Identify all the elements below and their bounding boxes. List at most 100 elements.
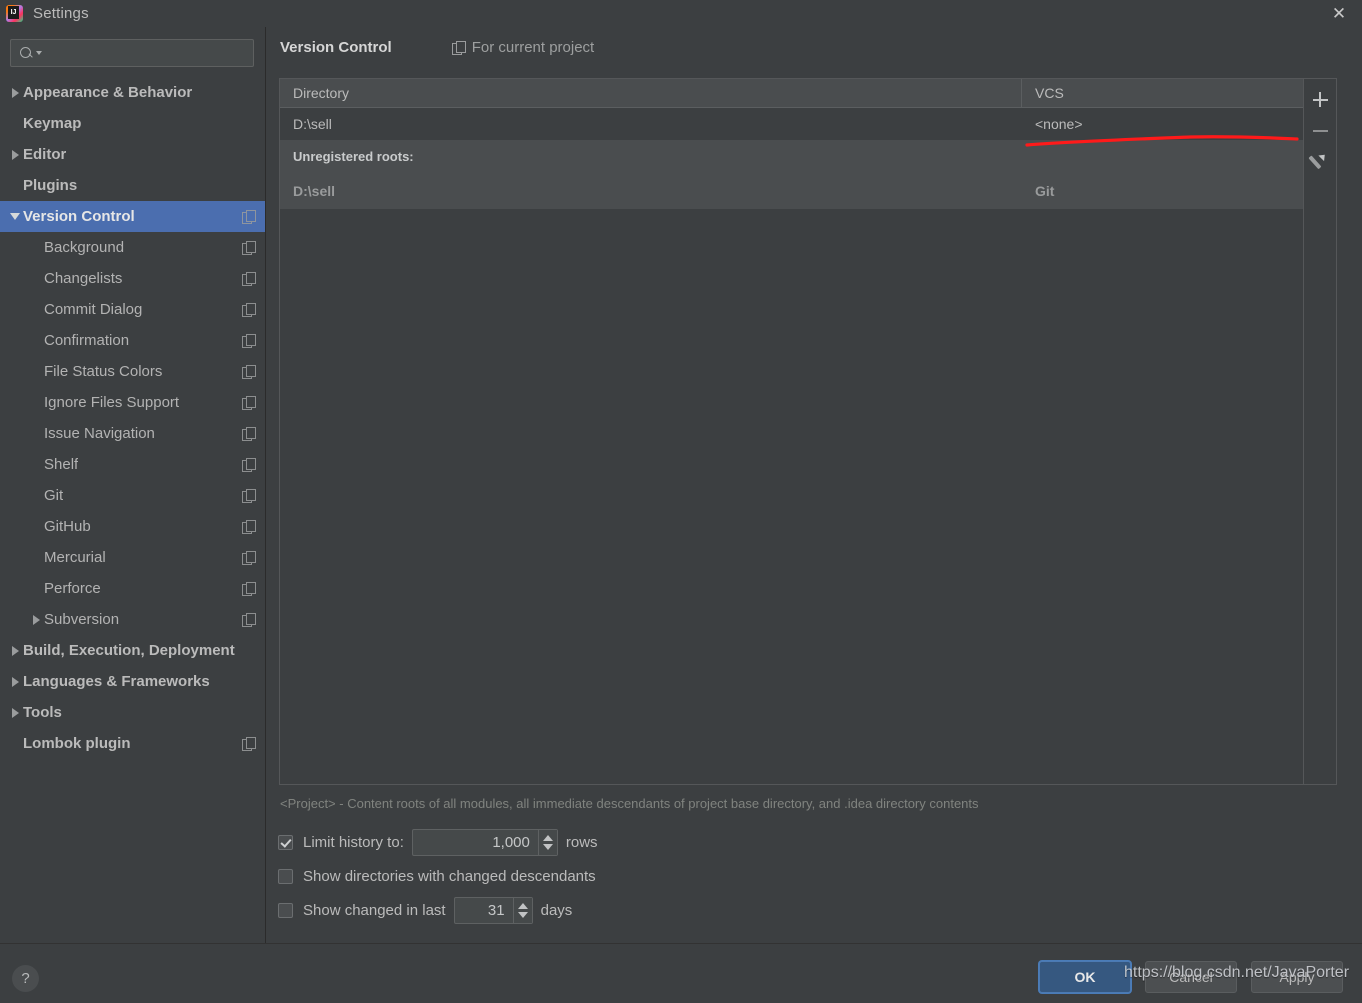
pencil-icon [1312, 154, 1328, 170]
sidebar-item-mercurial[interactable]: Mercurial [0, 542, 265, 573]
chevron-right-icon[interactable] [11, 707, 19, 718]
show-directories-checkbox[interactable] [278, 868, 293, 884]
settings-sidebar: Appearance & Behavior Keymap Editor Plugins… [0, 27, 266, 943]
settings-dialog: Settings ✕ Appearance & Behavior Keymap Ed… [0, 0, 1362, 1003]
expand-slot[interactable] [7, 213, 23, 220]
chevron-right-icon[interactable] [32, 614, 40, 625]
sidebar-item-label: Lombok plugin [23, 735, 131, 752]
sidebar-item-lombok-plugin[interactable]: Lombok plugin [0, 728, 265, 759]
sidebar-item-appearance-behavior[interactable]: Appearance & Behavior [0, 77, 265, 108]
copy-settings-icon [242, 210, 256, 224]
show-changed-row: Show changed in last days [278, 893, 598, 927]
sidebar-item-label: Commit Dialog [44, 301, 143, 318]
expand-slot[interactable] [7, 676, 23, 687]
unregistered-roots-section: Unregistered roots: D:\sell Git [280, 141, 1303, 209]
chevron-up-icon[interactable] [517, 902, 528, 909]
copy-settings-icon [242, 365, 256, 379]
limit-history-checkbox[interactable] [278, 834, 293, 850]
table-row[interactable]: D:\sell <none> [280, 108, 1303, 141]
limit-history-label: Limit history to: [303, 833, 404, 851]
column-header-vcs[interactable]: VCS [1022, 79, 1303, 107]
copy-settings-icon [242, 272, 256, 286]
dialog-footer: ? OK Cancel Apply [0, 943, 1362, 1003]
chevron-right-icon[interactable] [11, 645, 19, 656]
sidebar-item-plugins[interactable]: Plugins [0, 170, 265, 201]
chevron-right-icon[interactable] [11, 149, 19, 160]
column-header-directory[interactable]: Directory [280, 79, 1022, 107]
sidebar-item-shelf[interactable]: Shelf [0, 449, 265, 480]
sidebar-item-tools[interactable]: Tools [0, 697, 265, 728]
copy-settings-icon [242, 582, 256, 596]
chevron-right-icon[interactable] [11, 676, 19, 687]
ok-button[interactable]: OK [1039, 961, 1131, 993]
sidebar-item-label: Mercurial [44, 549, 106, 566]
sidebar-item-perforce[interactable]: Perforce [0, 573, 265, 604]
show-changed-stepper[interactable] [453, 896, 533, 924]
sidebar-item-label: Git [44, 487, 64, 504]
copy-settings-icon [242, 520, 256, 534]
show-changed-spin-arrows[interactable] [512, 897, 532, 923]
sidebar-item-build-execution-deployment[interactable]: Build, Execution, Deployment [0, 635, 265, 666]
sidebar-item-ignore-files-support[interactable]: Ignore Files Support [0, 387, 265, 418]
expand-slot[interactable] [7, 149, 23, 160]
limit-history-stepper[interactable] [411, 828, 558, 856]
chevron-down-icon[interactable] [517, 911, 528, 918]
sidebar-item-subversion[interactable]: Subversion [0, 604, 265, 635]
apply-button[interactable]: Apply [1251, 961, 1343, 993]
chevron-right-icon[interactable] [11, 87, 19, 98]
table-body: D:\sell <none> [280, 108, 1303, 141]
sidebar-item-label: Issue Navigation [44, 425, 155, 442]
sidebar-item-label: Plugins [23, 177, 78, 194]
close-icon[interactable]: ✕ [1316, 0, 1362, 27]
sidebar-item-git[interactable]: Git [0, 480, 265, 511]
copy-settings-icon [242, 551, 256, 565]
sidebar-item-commit-dialog[interactable]: Commit Dialog [0, 294, 265, 325]
copy-settings-icon [242, 458, 256, 472]
copy-settings-icon [242, 334, 256, 348]
sidebar-item-file-status-colors[interactable]: File Status Colors [0, 356, 265, 387]
unregistered-root-row[interactable]: D:\sell Git [280, 172, 1303, 209]
sidebar-item-label: Keymap [23, 115, 82, 132]
sidebar-item-changelists[interactable]: Changelists [0, 263, 265, 294]
page-title: Version Control [280, 39, 392, 56]
edit-mapping-button[interactable] [1305, 146, 1335, 177]
show-directories-row: Show directories with changed descendant… [278, 859, 598, 893]
expand-slot[interactable] [7, 645, 23, 656]
chevron-down-icon[interactable] [542, 843, 553, 850]
chevron-down-icon[interactable] [10, 213, 20, 220]
expand-slot[interactable] [7, 707, 23, 718]
copy-settings-icon [242, 303, 256, 317]
intellij-idea-logo-icon [6, 5, 23, 22]
main-header: Version Control For current project [280, 39, 594, 56]
sidebar-item-confirmation[interactable]: Confirmation [0, 325, 265, 356]
sidebar-item-issue-navigation[interactable]: Issue Navigation [0, 418, 265, 449]
sidebar-item-editor[interactable]: Editor [0, 139, 265, 170]
limit-history-input[interactable] [412, 829, 538, 855]
sidebar-item-label: Ignore Files Support [44, 394, 180, 411]
show-changed-suffix: days [540, 901, 573, 919]
sidebar-item-label: Background [44, 239, 125, 256]
search-input[interactable] [42, 44, 253, 62]
show-changed-input[interactable] [454, 897, 513, 923]
sidebar-item-label: Tools [23, 704, 62, 721]
copy-settings-icon [242, 241, 256, 255]
sidebar-item-github[interactable]: GitHub [0, 511, 265, 542]
plus-icon [1312, 92, 1328, 107]
chevron-up-icon[interactable] [542, 834, 553, 841]
project-scope-hint: <Project> - Content roots of all modules… [280, 796, 979, 811]
expand-slot[interactable] [28, 614, 44, 625]
search-box[interactable] [10, 39, 254, 67]
cancel-button[interactable]: Cancel [1145, 961, 1237, 993]
sidebar-item-background[interactable]: Background [0, 232, 265, 263]
add-mapping-button[interactable] [1305, 84, 1335, 115]
copy-settings-icon [242, 737, 256, 751]
cell-vcs: <none> [1035, 116, 1083, 132]
sidebar-item-languages-frameworks[interactable]: Languages & Frameworks [0, 666, 265, 697]
sidebar-item-version-control[interactable]: Version Control [0, 201, 265, 232]
help-button[interactable]: ? [12, 965, 39, 992]
sidebar-item-keymap[interactable]: Keymap [0, 108, 265, 139]
remove-mapping-button[interactable] [1305, 115, 1335, 146]
show-changed-checkbox[interactable] [278, 902, 293, 918]
limit-history-spin-arrows[interactable] [537, 829, 557, 855]
expand-slot[interactable] [7, 87, 23, 98]
